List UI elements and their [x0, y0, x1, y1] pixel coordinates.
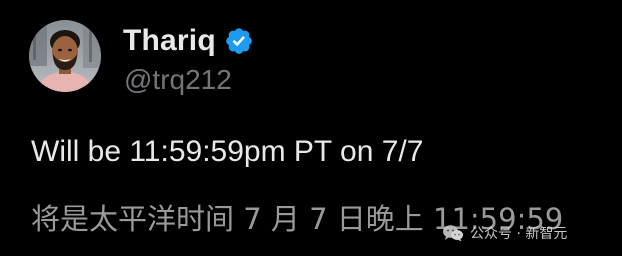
author-name-row: Thariq: [123, 24, 254, 58]
watermark: 公众号 · 新智元: [442, 222, 567, 244]
avatar[interactable]: [29, 20, 101, 92]
verified-badge-icon: [224, 26, 254, 56]
avatar-image: [29, 20, 101, 92]
author-display-name[interactable]: Thariq: [123, 24, 216, 58]
watermark-text: 公众号 · 新智元: [470, 226, 568, 242]
author-handle[interactable]: @trq212: [124, 64, 232, 96]
wechat-icon: [443, 225, 463, 242]
tweet-text: Will be 11:59:59pm PT on 7/7: [31, 135, 424, 168]
